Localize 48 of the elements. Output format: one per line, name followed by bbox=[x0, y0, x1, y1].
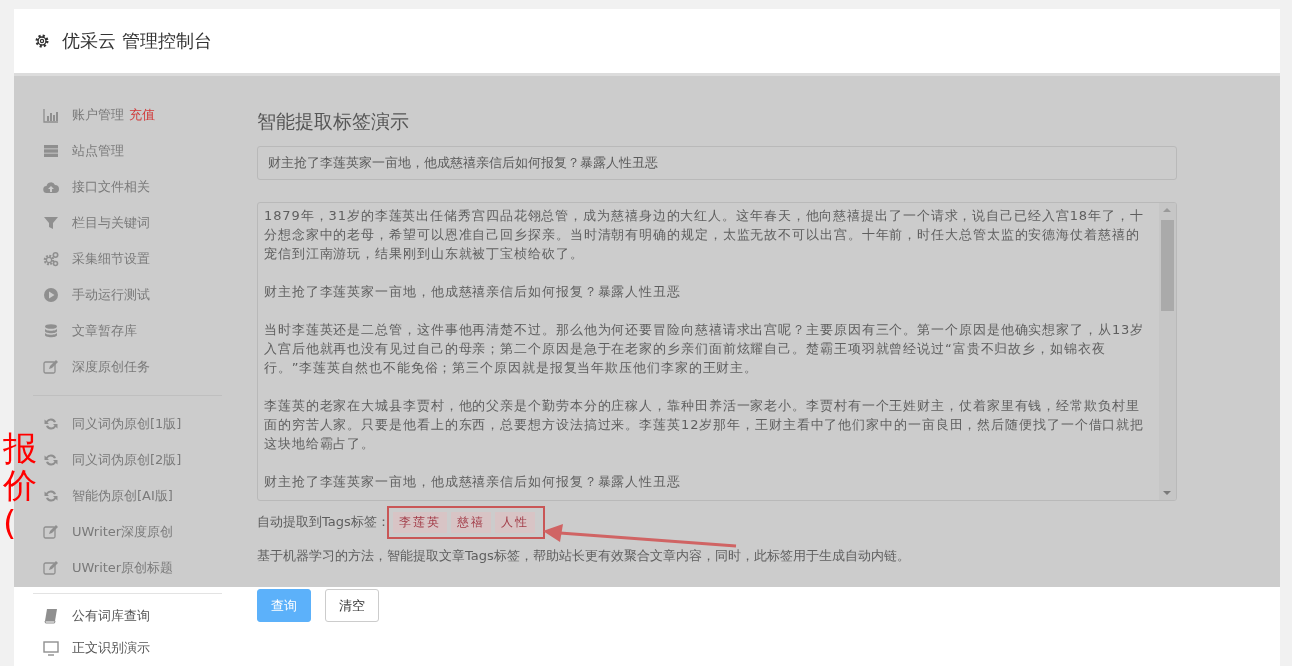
clear-button[interactable]: 清空 bbox=[325, 589, 379, 622]
server-icon bbox=[43, 143, 59, 159]
query-button[interactable]: 查询 bbox=[257, 589, 311, 622]
bar-chart-icon bbox=[43, 107, 59, 123]
sidebar-item[interactable]: 手动运行测试 bbox=[33, 277, 222, 313]
sidebar-item[interactable]: 文章暂存库 bbox=[33, 313, 222, 349]
sidebar-item[interactable]: 栏目与关键词 bbox=[33, 205, 222, 241]
edit-icon bbox=[43, 524, 59, 540]
sidebar-item[interactable]: 正文识别演示 bbox=[33, 632, 222, 664]
recharge-link[interactable]: 充值 bbox=[129, 106, 155, 124]
cloud-upload-icon bbox=[43, 179, 59, 195]
sidebar-item[interactable]: 深度原创任务 bbox=[33, 349, 222, 385]
console-title: 优采云 管理控制台 bbox=[62, 29, 212, 53]
refresh-icon bbox=[43, 488, 59, 504]
play-icon bbox=[43, 287, 59, 303]
article-textarea[interactable] bbox=[257, 202, 1177, 501]
article-paragraph: 财主抢了李莲英家一亩地，他成慈禧亲信后如何报复？暴露人性丑恶 bbox=[264, 473, 682, 491]
edit-icon bbox=[43, 359, 59, 375]
monitor-icon bbox=[43, 640, 59, 656]
sidebar-item[interactable]: 账户管理 充值 bbox=[33, 97, 222, 133]
refresh-icon bbox=[43, 416, 59, 432]
sidebar-item[interactable]: 站点管理 bbox=[33, 133, 222, 169]
sidebar-item[interactable]: UWriter原创标题 bbox=[33, 550, 222, 586]
database-icon bbox=[43, 323, 59, 339]
scroll-down-icon[interactable] bbox=[1163, 491, 1171, 495]
article-paragraph: 财主抢了李莲英家一亩地，他成慈禧亲信后如何报复？暴露人性丑恶 bbox=[264, 283, 682, 301]
filter-icon bbox=[43, 215, 59, 231]
tag: 慈禧 bbox=[450, 511, 491, 533]
page-heading: 智能提取标签演示 bbox=[257, 109, 410, 134]
settings-icon bbox=[34, 33, 50, 49]
sidebar-item[interactable]: 接口文件相关 bbox=[33, 169, 222, 205]
sidebar-item[interactable]: 采集细节设置 bbox=[33, 241, 222, 277]
tag: 李莲英 bbox=[392, 511, 447, 533]
scrollbar-track[interactable] bbox=[1159, 203, 1176, 500]
edit-icon bbox=[43, 560, 59, 576]
title-input[interactable]: 财主抢了李莲英家一亩地，他成慈禧亲信后如何报复？暴露人性丑恶 bbox=[257, 146, 1177, 180]
refresh-icon bbox=[43, 452, 59, 468]
scroll-up-icon[interactable] bbox=[1163, 208, 1171, 212]
tags-label: 自动提取到Tags标签： bbox=[257, 513, 390, 531]
sidebar-item[interactable]: 公有词库查询 bbox=[33, 600, 222, 632]
description-text: 基于机器学习的方法，智能提取文章Tags标签，帮助站长更有效聚合文章内容，同时，此标签用于生成自动内链。 bbox=[257, 547, 911, 565]
book-icon bbox=[43, 608, 59, 624]
gears-icon bbox=[43, 251, 59, 267]
article-paragraph: 当时李莲英还是二总管，这件事他再清楚不过。那么他为何还要冒险向慈禧请求出宫呢？主要原因有三个。第一个原因是他确实想家了，从13岁入宫后他就再也没有见过自己的母亲；第二个原因是急于在老家的乡亲们面前炫耀自己。楚霸王项羽就曾经说过“富贵不归故乡，如锦衣夜行。”李莲英自然也不能免俗；第三个原因就是报复当年欺压他们李家的王财主。 bbox=[264, 321, 1146, 377]
article-paragraph: 1879年，31岁的李莲英出任储秀宫四品花翎总管，成为慈禧身边的大红人。这年春天，他向慈禧提出了一个请求，说自己已经入宫18年了，十分想念家中的老母，希望可以恩准自己回乡探亲。当时清朝有明确的规定，太监无故不可以出宫。十年前，时任大总管太监的安德海仗着慈禧的宠信到江南游玩，结果刚到山东就被丁宝桢给砍了。 bbox=[264, 207, 1145, 263]
article-paragraph: 李莲英的老家在大城县李贾村，他的父亲是个勤劳本分的庄稼人，靠种田养活一家老小。李贾村有一个王姓财主，仗着家里有钱，经常欺负村里面的穷苦人家。只要是他看上的东西，总要想方设法搞过来。李莲英12岁那年，王财主看中了他们家中的一亩良田，然后随便找了一个借口就把这块地给霸占了。 bbox=[264, 397, 1146, 453]
scrollbar-thumb[interactable] bbox=[1161, 220, 1174, 311]
tag: 人性 bbox=[494, 511, 535, 533]
